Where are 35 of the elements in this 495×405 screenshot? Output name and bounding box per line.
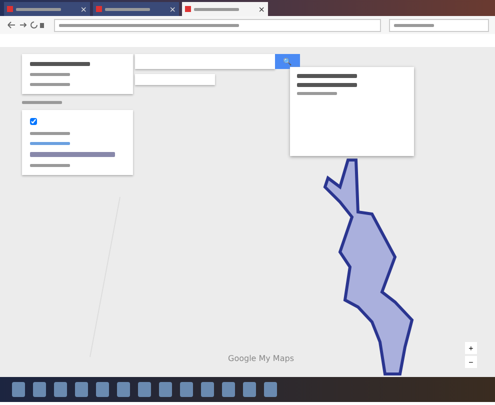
text-placeholder bbox=[105, 8, 150, 10]
close-icon[interactable]: × bbox=[169, 4, 176, 14]
taskbar-app-icon[interactable] bbox=[243, 382, 256, 397]
layer-checkbox[interactable] bbox=[30, 118, 37, 125]
favicon-icon bbox=[185, 6, 191, 12]
taskbar-app-icon[interactable] bbox=[159, 382, 172, 397]
search-field[interactable] bbox=[389, 18, 489, 32]
address-field[interactable] bbox=[54, 18, 381, 32]
taskbar-app-icon[interactable] bbox=[75, 382, 88, 397]
taskbar-app-icon[interactable] bbox=[54, 382, 67, 397]
close-icon[interactable]: × bbox=[258, 4, 265, 14]
browser-tab[interactable]: × bbox=[4, 2, 90, 16]
favicon-icon bbox=[7, 6, 13, 12]
browser-tab[interactable]: × bbox=[93, 2, 179, 16]
close-icon[interactable]: × bbox=[80, 4, 87, 14]
zoom-in-button[interactable]: + bbox=[465, 342, 477, 354]
favicon-icon bbox=[96, 6, 102, 12]
taskbar-app-icon[interactable] bbox=[33, 382, 46, 397]
taskbar-app-icon[interactable] bbox=[201, 382, 214, 397]
text-placeholder bbox=[194, 8, 239, 10]
map-toolbar[interactable] bbox=[135, 74, 215, 85]
zoom-out-button[interactable]: − bbox=[465, 356, 477, 368]
taskbar-app-icon[interactable] bbox=[264, 382, 277, 397]
map-logo: Google My Maps bbox=[228, 354, 294, 363]
taskbar-app-icon[interactable] bbox=[117, 382, 130, 397]
taskbar-app-icon[interactable] bbox=[96, 382, 109, 397]
browser-tab[interactable]: × bbox=[182, 2, 268, 16]
text-placeholder bbox=[16, 8, 61, 10]
taskbar-app-icon[interactable] bbox=[222, 382, 235, 397]
taskbar-app-icon[interactable] bbox=[138, 382, 151, 397]
map-search-field[interactable] bbox=[135, 54, 275, 69]
taskbar-app-icon[interactable] bbox=[12, 382, 25, 397]
taskbar-app-icon[interactable] bbox=[180, 382, 193, 397]
navigation-icon[interactable] bbox=[6, 20, 46, 30]
polygon-shape[interactable] bbox=[323, 158, 414, 376]
